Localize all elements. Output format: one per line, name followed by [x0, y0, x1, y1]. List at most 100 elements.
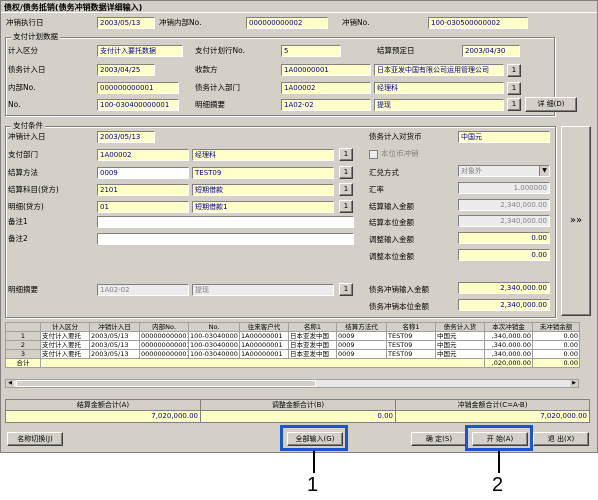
- exit-button[interactable]: 退 出(X): [533, 432, 589, 446]
- memo1-field[interactable]: [97, 216, 354, 228]
- table-row[interactable]: 3 支付计入要托 2003/05/13 000000000001 100-030…: [5, 349, 580, 359]
- memo-name-field[interactable]: 提现: [192, 284, 334, 296]
- detail-button[interactable]: 详 细(D): [525, 97, 577, 112]
- offset-grid[interactable]: 计入区分 冲销计入日 内部No. No. 往来客户代 名称1 结算方法代 名称1…: [5, 322, 580, 368]
- grid-col-header[interactable]: 结算方法代: [336, 322, 387, 332]
- pay-line-field[interactable]: 5: [281, 45, 341, 57]
- grid-cell[interactable]: ,340,000.00: [484, 331, 533, 341]
- payee-name-field[interactable]: 日本亚发中国有限公司运用管理公司: [374, 64, 504, 76]
- table-row[interactable]: 2 支付计入要托 2003/05/13 000000000001 100-030…: [5, 340, 580, 350]
- grid-cell[interactable]: 000000000001: [139, 349, 189, 359]
- chevron-down-icon[interactable]: ▼: [539, 166, 549, 176]
- inner-no-field[interactable]: 000000000001: [97, 82, 179, 94]
- grid-col-header[interactable]: 本次冲销金: [484, 322, 533, 332]
- adj-in-field[interactable]: 0.00: [458, 232, 550, 244]
- method-lookup-button[interactable]: 1: [339, 166, 353, 179]
- grid-cell[interactable]: 000000000001: [139, 331, 189, 341]
- local-offset-checkbox[interactable]: [369, 150, 378, 159]
- grid-col-header[interactable]: No.: [188, 322, 240, 332]
- grid-cell[interactable]: 0009: [336, 349, 387, 359]
- pay-memo-lookup-button[interactable]: 1: [339, 283, 353, 296]
- grid-col-header[interactable]: 计入区分: [40, 322, 90, 332]
- offset-date-field[interactable]: 2003/05/13: [97, 131, 155, 143]
- detail-code-field[interactable]: 01: [97, 201, 189, 213]
- grid-col-header[interactable]: 名称1: [288, 322, 337, 332]
- grid-cell[interactable]: 支付计入要托: [40, 349, 90, 359]
- payee-code-field[interactable]: 1A00000001: [281, 64, 371, 76]
- currency-field[interactable]: 中国元: [458, 131, 550, 143]
- expand-button[interactable]: »»: [561, 126, 591, 316]
- grid-cell[interactable]: 100-03040000: [188, 331, 240, 341]
- settle-local-field[interactable]: 2,340,000.00: [458, 215, 550, 227]
- grid-cell[interactable]: 2003/05/13: [89, 340, 140, 350]
- grid-cell[interactable]: TEST09: [386, 340, 436, 350]
- name-switch-button[interactable]: 名称切换(J): [7, 432, 63, 446]
- debt-in-field[interactable]: 2,340,000.00: [458, 282, 550, 294]
- grid-cell[interactable]: 000000000001: [139, 340, 189, 350]
- confirm-button[interactable]: 确 定(S): [411, 432, 467, 446]
- grid-cell[interactable]: 0.00: [532, 349, 580, 359]
- grid-cell[interactable]: 0.00: [532, 340, 580, 350]
- subject-name-field[interactable]: 短期借款: [192, 184, 334, 196]
- grid-cell[interactable]: 1A00000001: [239, 340, 289, 350]
- dept-lookup-button[interactable]: 1: [507, 82, 521, 95]
- memo-code-field[interactable]: 1A02-02: [97, 284, 189, 296]
- settle-in-field[interactable]: 2,340,000.00: [458, 199, 550, 211]
- grid-cell[interactable]: ,340,000.00: [484, 340, 533, 350]
- adj-local-field[interactable]: 0.00: [458, 249, 550, 261]
- dept-code-field[interactable]: 1A00002: [97, 149, 189, 161]
- grid-cell[interactable]: ,340,000.00: [484, 349, 533, 359]
- grid-cell[interactable]: 100-03040000: [188, 349, 240, 359]
- grid-cell[interactable]: 0.00: [532, 331, 580, 341]
- grid-col-header[interactable]: 未冲销余额: [532, 322, 580, 332]
- grid-col-header[interactable]: 债务计入货: [435, 322, 485, 332]
- no-field[interactable]: 100-030400000001: [97, 99, 179, 111]
- row-index[interactable]: 3: [5, 349, 41, 359]
- subject-code-field[interactable]: 2101: [97, 184, 189, 196]
- grid-cell[interactable]: 支付计入要托: [40, 340, 90, 350]
- detail-memo-code-field[interactable]: 1A02-02: [281, 99, 371, 111]
- grid-cell[interactable]: 支付计入要托: [40, 331, 90, 341]
- grid-cell[interactable]: 日本亚发中国: [288, 340, 337, 350]
- fx-select[interactable]: 对象外 ▼: [458, 165, 550, 177]
- detail-lookup-button[interactable]: 1: [339, 200, 353, 213]
- horizontal-scrollbar[interactable]: ◀ ▶: [5, 379, 579, 388]
- row-index[interactable]: 2: [5, 340, 41, 350]
- method-name-field[interactable]: TEST09: [192, 167, 334, 179]
- grid-cell[interactable]: 日本亚发中国: [288, 331, 337, 341]
- table-row[interactable]: 1 支付计入要托 2003/05/13 000000000001 100-030…: [5, 331, 580, 341]
- dept-name-field[interactable]: 经理科: [192, 149, 334, 161]
- grid-cell[interactable]: 中国元: [435, 331, 485, 341]
- debt-local-field[interactable]: 2,340,000.00: [458, 299, 550, 311]
- grid-cell[interactable]: 0009: [336, 340, 387, 350]
- debt-date-field[interactable]: 2003/04/25: [97, 64, 155, 76]
- exec-date-field[interactable]: 2003/05/13: [97, 17, 155, 29]
- grid-cell[interactable]: 1A00000001: [239, 349, 289, 359]
- memo2-field[interactable]: [97, 233, 354, 245]
- rate-field[interactable]: 1.000000: [458, 182, 550, 194]
- settle-date-field[interactable]: 2003/04/30: [462, 45, 520, 57]
- row-index[interactable]: 1: [5, 331, 41, 341]
- grid-col-header[interactable]: 名称1: [386, 322, 436, 332]
- grid-cell[interactable]: 中国元: [435, 349, 485, 359]
- grid-cell[interactable]: TEST09: [386, 349, 436, 359]
- payee-lookup-button[interactable]: 1: [507, 64, 521, 77]
- grid-col-header[interactable]: 往来客户代: [239, 322, 289, 332]
- scroll-thumb[interactable]: [16, 380, 316, 387]
- scroll-right-icon[interactable]: ▶: [570, 380, 578, 387]
- debt-dept-code-field[interactable]: 1A00002: [281, 82, 371, 94]
- grid-cell[interactable]: TEST09: [386, 331, 436, 341]
- scroll-left-icon[interactable]: ◀: [6, 380, 14, 387]
- debt-dept-name-field[interactable]: 经理科: [374, 82, 504, 94]
- grid-cell[interactable]: 中国元: [435, 340, 485, 350]
- detail-memo-name-field[interactable]: 提现: [374, 99, 504, 111]
- grid-cell[interactable]: 1A00000001: [239, 331, 289, 341]
- grid-cell[interactable]: 0009: [336, 331, 387, 341]
- grid-cell[interactable]: 2003/05/13: [89, 349, 140, 359]
- pay-dept-lookup-button[interactable]: 1: [339, 148, 353, 161]
- grid-col-header[interactable]: 冲销计入日: [89, 322, 140, 332]
- internal-no-field[interactable]: 000000000002: [246, 17, 328, 29]
- offset-no-field[interactable]: 100-030500000002: [428, 17, 528, 29]
- grid-col-header[interactable]: 内部No.: [139, 322, 189, 332]
- method-code-field[interactable]: 0009: [97, 167, 189, 179]
